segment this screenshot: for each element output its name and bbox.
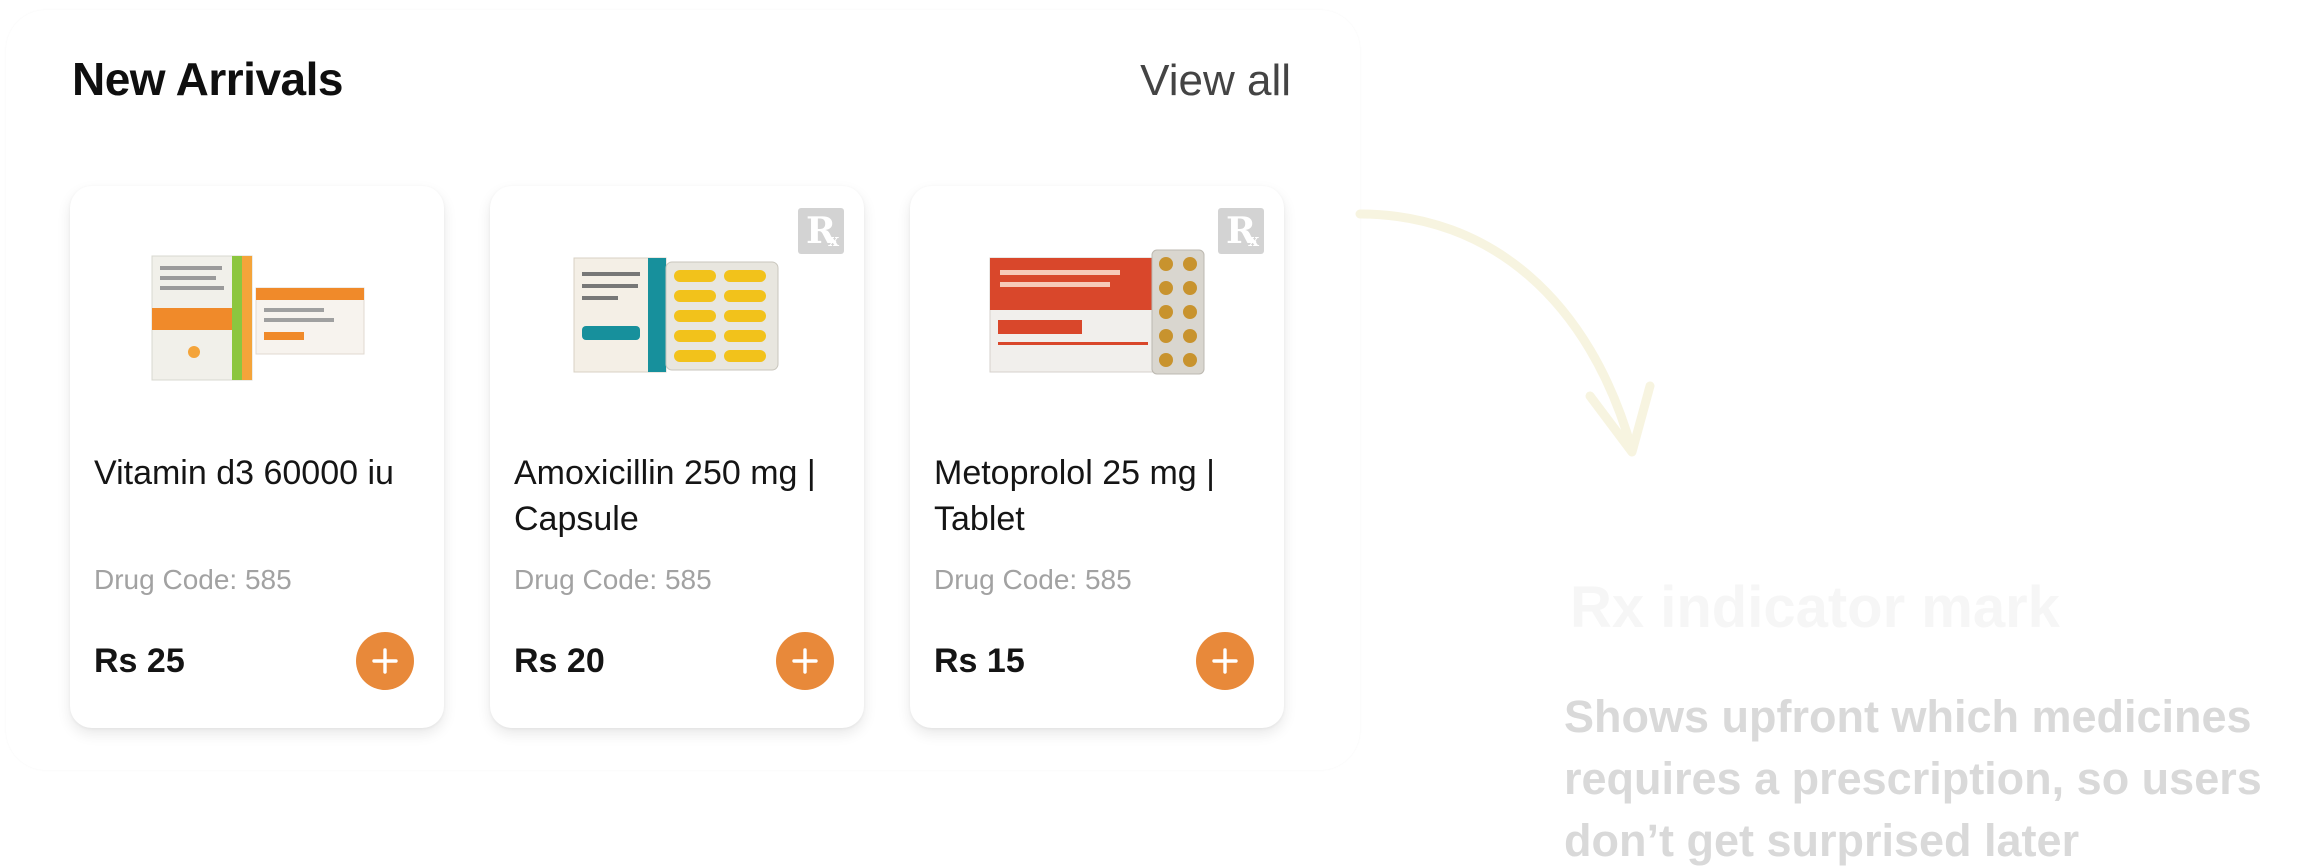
annotation-line: requires a prescription, so users — [1564, 753, 2262, 804]
drug-code: Drug Code: 585 — [514, 564, 712, 595]
rx-glyph-sub: x — [828, 230, 839, 251]
product-price: Rs 15 — [934, 642, 1025, 680]
plus-icon — [792, 648, 818, 674]
medicine-box-image — [151, 255, 365, 381]
section-title: New Arrivals — [72, 53, 344, 105]
annotation-line: Shows upfront which medicines — [1564, 691, 2252, 742]
drug-code: Drug Code: 585 — [94, 564, 292, 595]
view-all-link[interactable]: View all — [1140, 56, 1291, 106]
plus-icon — [372, 648, 398, 674]
medicine-box-image — [573, 257, 779, 373]
add-to-cart-button[interactable] — [1196, 632, 1254, 690]
annotation-body: Shows upfront which medicines requires a… — [1564, 686, 2305, 868]
annotation-line: don’t get surprised later — [1564, 815, 2080, 866]
plus-icon — [1212, 648, 1238, 674]
rx-glyph-sub: x — [1248, 230, 1259, 251]
annotation-title: Rx indicator mark — [1570, 575, 2060, 640]
add-to-cart-button[interactable] — [356, 632, 414, 690]
product-list: Vitamin d3 60000 iu Drug Code: 585 Rs 25… — [70, 186, 1284, 728]
curved-arrow-icon — [1355, 209, 1655, 457]
product-price: Rs 20 — [514, 642, 605, 680]
rx-icon: R x — [1218, 208, 1264, 254]
medicine-box-image — [989, 249, 1205, 375]
product-card[interactable]: R x — [490, 186, 864, 728]
product-image-amoxicillin — [564, 244, 790, 382]
product-name: Vitamin d3 60000 iu — [94, 454, 394, 492]
product-name: Metoprolol 25 mg | Tablet — [934, 454, 1215, 538]
product-image-vitamin-d3 — [144, 244, 370, 382]
drug-code: Drug Code: 585 — [934, 564, 1132, 595]
product-card[interactable]: R x — [910, 186, 1284, 728]
product-card[interactable]: Vitamin d3 60000 iu Drug Code: 585 Rs 25 — [70, 186, 444, 728]
product-price: Rs 25 — [94, 642, 185, 680]
product-name: Amoxicillin 250 mg | Capsule — [514, 454, 816, 538]
product-image-metoprolol — [984, 244, 1210, 382]
add-to-cart-button[interactable] — [776, 632, 834, 690]
stage: New Arrivals View all Vitamin d3 60000 i… — [0, 0, 2305, 868]
rx-icon: R x — [798, 208, 844, 254]
